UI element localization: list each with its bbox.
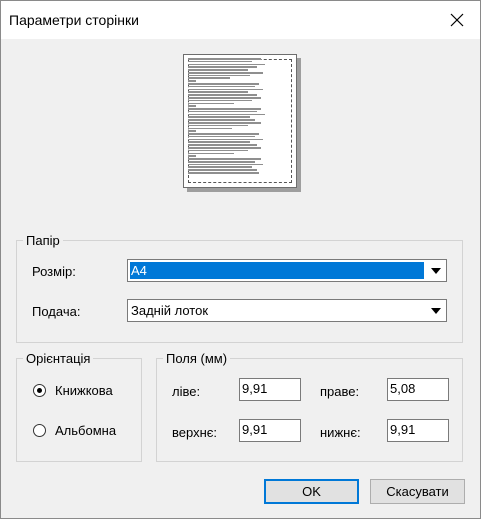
margin-left-input[interactable]: 9,91: [239, 378, 301, 401]
preview-line: [188, 169, 257, 171]
preview-line: [188, 155, 197, 157]
preview-line: [188, 69, 249, 71]
close-icon: [450, 13, 464, 27]
preview-line: [188, 163, 263, 166]
margin-right-label: праве:: [320, 384, 360, 399]
paper-size-select[interactable]: A4: [127, 259, 447, 282]
preview-line: [188, 172, 259, 174]
preview-line: [188, 135, 255, 138]
preview-line: [188, 141, 251, 144]
preview-line: [188, 63, 265, 66]
preview-line: [188, 121, 261, 124]
paper-source-value: Задній лоток: [131, 303, 209, 318]
margins-group: Поля (мм): [156, 351, 463, 462]
cancel-button[interactable]: Скасувати: [370, 479, 465, 504]
margin-top-input[interactable]: 9,91: [239, 419, 301, 442]
preview-line: [188, 108, 261, 110]
margin-right-input[interactable]: 5,08: [387, 378, 449, 401]
preview-line: [188, 102, 234, 105]
preview-line: [188, 60, 253, 63]
preview-line: [188, 74, 251, 77]
preview-line: [188, 138, 263, 141]
paper-source-select[interactable]: Задній лоток: [127, 299, 447, 322]
preview-line: [188, 96, 261, 99]
margin-left-label: ліве:: [172, 384, 201, 399]
window-title: Параметри сторінки: [9, 12, 139, 28]
close-button[interactable]: [440, 4, 474, 36]
preview-line: [188, 119, 255, 121]
preview-line: [188, 160, 255, 163]
preview-line: [188, 99, 253, 102]
ok-button[interactable]: OK: [264, 479, 359, 504]
paper-group: Папір: [16, 233, 463, 343]
preview-line: [188, 94, 257, 96]
preview-line: [188, 80, 197, 82]
paper-group-label: Папір: [26, 233, 60, 248]
radio-landscape-label: Альбомна: [55, 423, 117, 438]
chevron-down-icon: [430, 267, 441, 274]
preview-line: [188, 85, 255, 88]
preview-line: [188, 158, 261, 160]
margin-bottom-label: нижнє:: [320, 425, 361, 440]
preview-line: [188, 77, 230, 80]
preview-line: [188, 144, 257, 146]
preview-line: [188, 58, 261, 60]
margin-top-label: верхнє:: [172, 425, 217, 440]
radio-portrait[interactable]: Книжкова: [33, 383, 113, 398]
preview-line: [188, 147, 261, 149]
preview-line: [188, 91, 249, 93]
dropdown-arrow-button[interactable]: [426, 301, 445, 320]
preview-line: [188, 127, 232, 130]
orientation-group: Орієнтація: [16, 351, 142, 462]
page-preview: [183, 54, 297, 188]
chevron-down-icon: [430, 307, 441, 314]
preview-line: [188, 124, 249, 127]
radio-portrait-indicator[interactable]: [33, 384, 46, 397]
preview-line: [188, 83, 259, 85]
preview-line: [188, 133, 259, 135]
preview-line: [188, 130, 197, 132]
radio-landscape[interactable]: Альбомна: [33, 423, 116, 438]
paper-size-label: Розмір:: [32, 264, 76, 279]
dropdown-arrow-button[interactable]: [426, 261, 445, 280]
margin-bottom-input[interactable]: 9,91: [387, 419, 449, 442]
preview-line: [188, 110, 257, 113]
preview-line: [188, 149, 249, 152]
margins-group-label: Поля (мм): [166, 351, 228, 366]
title-bar: Параметри сторінки: [1, 1, 480, 39]
preview-line: [188, 166, 253, 169]
radio-landscape-indicator[interactable]: [33, 424, 46, 437]
paper-source-label: Подача:: [32, 304, 81, 319]
preview-line: [188, 88, 263, 91]
page-setup-dialog: Параметри сторінки Папір Розмір: A4 Пода…: [0, 0, 481, 519]
preview-line: [188, 116, 251, 118]
preview-line: [188, 105, 197, 107]
paper-size-value: A4: [130, 262, 424, 279]
preview-line: [188, 71, 263, 74]
preview-line: [188, 152, 234, 155]
preview-line: [188, 113, 265, 116]
preview-text-lines: [188, 58, 292, 175]
orientation-group-label: Орієнтація: [26, 351, 91, 366]
radio-portrait-label: Книжкова: [55, 383, 113, 398]
preview-line: [188, 66, 257, 68]
